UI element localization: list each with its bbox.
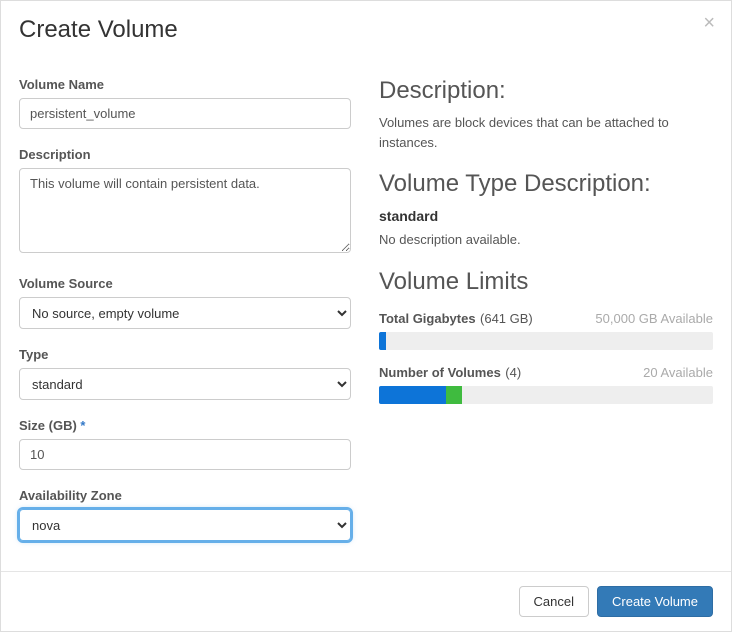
limit-left: Total Gigabytes (641 GB) — [379, 310, 533, 328]
volume-source-select[interactable]: No source, empty volume — [19, 297, 351, 329]
total-gigabytes-used: (641 GB) — [480, 311, 533, 326]
create-volume-modal: Create Volume × Volume Name Description … — [0, 0, 732, 632]
limit-left: Number of Volumes (4) — [379, 364, 521, 382]
number-volumes-bar-used — [379, 386, 446, 404]
modal-body: Volume Name Description This volume will… — [1, 59, 731, 571]
total-gigabytes-bar-used — [379, 332, 386, 350]
size-label: Size (GB) * — [19, 418, 351, 433]
total-gigabytes-label: Total Gigabytes — [379, 311, 476, 326]
availability-zone-label: Availability Zone — [19, 488, 351, 503]
volume-source-group: Volume Source No source, empty volume — [19, 276, 351, 329]
type-description-heading: Volume Type Description: — [379, 170, 713, 198]
availability-zone-group: Availability Zone nova — [19, 488, 351, 541]
modal-footer: Cancel Create Volume — [1, 571, 731, 631]
number-volumes-used: (4) — [505, 365, 521, 380]
type-label: Type — [19, 347, 351, 362]
description-textarea[interactable]: This volume will contain persistent data… — [19, 168, 351, 253]
type-description-text: No description available. — [379, 230, 713, 250]
number-volumes-bar-pending — [446, 386, 463, 404]
form-column: Volume Name Description This volume will… — [19, 59, 351, 553]
total-gigabytes-available: 50,000 GB Available — [595, 311, 713, 326]
description-text: Volumes are block devices that can be at… — [379, 113, 713, 152]
limit-label-row: Number of Volumes (4) 20 Available — [379, 364, 713, 382]
description-group: Description This volume will contain per… — [19, 147, 351, 258]
description-label: Description — [19, 147, 351, 162]
volume-name-group: Volume Name — [19, 77, 351, 129]
description-heading: Description: — [379, 77, 713, 105]
required-asterisk: * — [80, 418, 85, 433]
number-volumes-available: 20 Available — [643, 365, 713, 380]
availability-zone-select[interactable]: nova — [19, 509, 351, 541]
number-volumes-bar — [379, 386, 713, 404]
modal-title: Create Volume — [19, 16, 713, 44]
size-label-text: Size (GB) — [19, 418, 77, 433]
close-icon[interactable]: × — [703, 13, 715, 33]
type-group: Type standard — [19, 347, 351, 400]
info-column: Description: Volumes are block devices t… — [379, 59, 713, 553]
type-select[interactable]: standard — [19, 368, 351, 400]
number-volumes-limit: Number of Volumes (4) 20 Available — [379, 364, 713, 404]
type-description-name: standard — [379, 208, 713, 224]
modal-header: Create Volume × — [1, 1, 731, 59]
volume-limits-heading: Volume Limits — [379, 268, 713, 296]
volume-name-label: Volume Name — [19, 77, 351, 92]
limit-label-row: Total Gigabytes (641 GB) 50,000 GB Avail… — [379, 310, 713, 328]
cancel-button[interactable]: Cancel — [519, 586, 589, 617]
total-gigabytes-bar — [379, 332, 713, 350]
create-volume-button[interactable]: Create Volume — [597, 586, 713, 617]
number-volumes-label: Number of Volumes — [379, 365, 501, 380]
total-gigabytes-limit: Total Gigabytes (641 GB) 50,000 GB Avail… — [379, 310, 713, 350]
volume-name-input[interactable] — [19, 98, 351, 129]
volume-source-label: Volume Source — [19, 276, 351, 291]
size-group: Size (GB) * — [19, 418, 351, 470]
size-input[interactable] — [19, 439, 351, 470]
